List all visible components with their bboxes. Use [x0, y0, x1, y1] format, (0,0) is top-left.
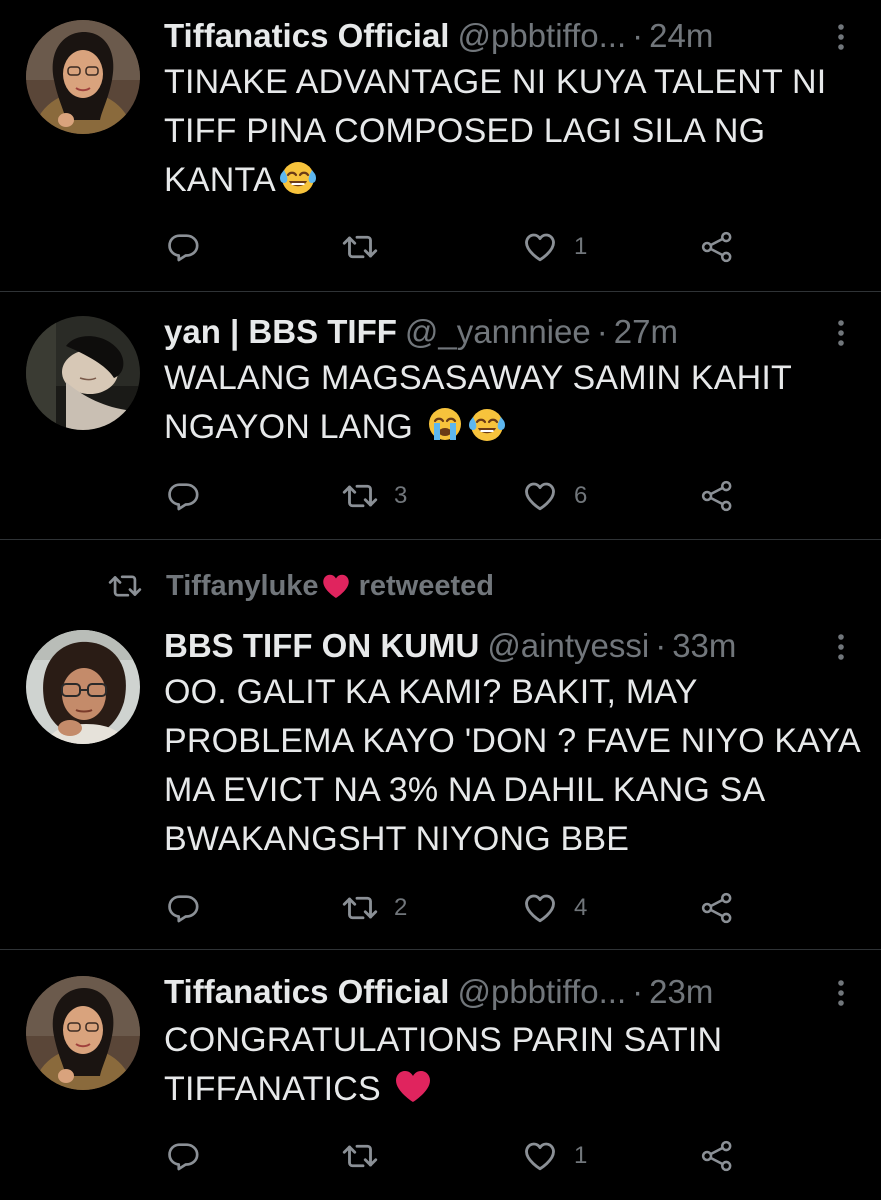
- heart-icon: [522, 890, 558, 926]
- face-with-tears-of-joy-emoji-icon: [278, 157, 318, 197]
- reply-icon: [166, 479, 200, 513]
- heart-icon: [522, 478, 558, 514]
- tweet-actions: 1: [0, 1134, 881, 1178]
- retweet-count: 3: [394, 482, 408, 509]
- tweet-text-container: WALANG MAGSASAWAY SAMIN KAHIT NGAYON LAN…: [164, 354, 861, 452]
- separator: ·: [632, 17, 644, 54]
- like-count: 1: [574, 233, 588, 260]
- display-name[interactable]: Tiffanatics Official: [164, 17, 449, 54]
- tweet-text: CONGRATULATIONS PARIN SATIN TIFFANATICS: [164, 1021, 723, 1108]
- retweet-icon: [342, 229, 378, 265]
- tweet-header: BBS TIFF ON KUMU @aintyessi · 33m: [164, 626, 821, 666]
- like-count: 1: [574, 1142, 588, 1169]
- more-options-icon[interactable]: [831, 976, 851, 1010]
- tweet[interactable]: BBS TIFF ON KUMU @aintyessi · 33m OO. GALIT…: [0, 540, 881, 950]
- like-button[interactable]: 4: [522, 886, 587, 930]
- timeline-feed: Tiffanatics Official @pbbtiffo... · 24m TIN…: [0, 0, 881, 1200]
- retweet-button[interactable]: 2: [342, 886, 407, 930]
- timestamp[interactable]: 33m: [672, 627, 736, 664]
- tweet-header: yan | BBS TIFF @_yannniee · 27m: [164, 312, 821, 352]
- like-count: 4: [574, 894, 588, 921]
- reply-button[interactable]: [166, 474, 200, 518]
- avatar[interactable]: [26, 976, 140, 1090]
- separator: ·: [596, 313, 608, 350]
- separator: ·: [655, 627, 667, 664]
- avatar[interactable]: [26, 316, 140, 430]
- tweet-text-container: TINAKE ADVANTAGE NI KUYA TALENT NI TIFF …: [164, 58, 861, 205]
- more-options-icon[interactable]: [831, 316, 851, 350]
- display-name[interactable]: BBS TIFF ON KUMU: [164, 627, 479, 664]
- heart-icon: [522, 229, 558, 265]
- user-handle[interactable]: @aintyessi: [487, 627, 649, 664]
- like-button[interactable]: 1: [522, 1134, 587, 1178]
- tweet-text: TINAKE ADVANTAGE NI KUYA TALENT NI TIFF …: [164, 63, 827, 199]
- tweet-text-container: CONGRATULATIONS PARIN SATIN TIFFANATICS: [164, 1016, 861, 1114]
- share-icon: [700, 1139, 734, 1173]
- like-button[interactable]: 6: [522, 474, 587, 518]
- retweet-icon: [342, 478, 378, 514]
- share-button[interactable]: [700, 474, 734, 518]
- tweet-text: OO. GALIT KA KAMI? BAKIT, MAY PROBLEMA K…: [164, 673, 859, 858]
- display-name[interactable]: Tiffanatics Official: [164, 973, 449, 1010]
- face-with-tears-of-joy-emoji-icon: [467, 404, 507, 444]
- retweet-button[interactable]: [342, 1134, 394, 1178]
- like-button[interactable]: 1: [522, 225, 587, 269]
- avatar[interactable]: [26, 20, 140, 134]
- heart-icon: [522, 1138, 558, 1174]
- share-button[interactable]: [700, 886, 734, 930]
- avatar[interactable]: [26, 630, 140, 744]
- user-handle[interactable]: @pbbtiffo...: [457, 973, 626, 1010]
- retweet-icon: [342, 1138, 378, 1174]
- share-icon: [700, 230, 734, 264]
- tweet-actions: 3 6: [0, 474, 881, 518]
- reply-button[interactable]: [166, 1134, 200, 1178]
- reply-icon: [166, 1139, 200, 1173]
- user-handle[interactable]: @pbbtiffo...: [457, 17, 626, 54]
- retweet-button[interactable]: [342, 225, 394, 269]
- display-name[interactable]: yan | BBS TIFF: [164, 313, 397, 350]
- share-button[interactable]: [700, 225, 734, 269]
- retweet-icon: [342, 890, 378, 926]
- timestamp[interactable]: 23m: [649, 973, 713, 1010]
- loudly-crying-face-emoji-icon: [425, 404, 465, 444]
- retweet-button[interactable]: 3: [342, 474, 407, 518]
- timestamp[interactable]: 24m: [649, 17, 713, 54]
- timestamp[interactable]: 27m: [614, 313, 678, 350]
- tweet-actions: 2 4: [0, 886, 881, 930]
- more-options-icon[interactable]: [831, 20, 851, 54]
- reply-button[interactable]: [166, 886, 200, 930]
- red-heart-emoji-icon: [393, 1066, 433, 1106]
- tweet[interactable]: Tiffanatics Official @pbbtiffo... · 23m CON…: [0, 950, 881, 1200]
- user-handle[interactable]: @_yannniee: [405, 313, 591, 350]
- tweet-actions: 1: [0, 225, 881, 269]
- share-icon: [700, 479, 734, 513]
- tweet-header: Tiffanatics Official @pbbtiffo... · 24m: [164, 16, 821, 56]
- tweet-header: Tiffanatics Official @pbbtiffo... · 23m: [164, 972, 821, 1012]
- separator: ·: [632, 973, 644, 1010]
- tweet-text-container: OO. GALIT KA KAMI? BAKIT, MAY PROBLEMA K…: [164, 668, 861, 864]
- share-button[interactable]: [700, 1134, 734, 1178]
- like-count: 6: [574, 482, 588, 509]
- tweet[interactable]: Tiffanatics Official @pbbtiffo... · 24m TIN…: [0, 0, 881, 292]
- tweet[interactable]: yan | BBS TIFF @_yannniee · 27m WALANG MAGS…: [0, 292, 881, 540]
- more-options-icon[interactable]: [831, 630, 851, 664]
- reply-button[interactable]: [166, 225, 200, 269]
- retweet-count: 2: [394, 894, 408, 921]
- reply-icon: [166, 891, 200, 925]
- reply-icon: [166, 230, 200, 264]
- share-icon: [700, 891, 734, 925]
